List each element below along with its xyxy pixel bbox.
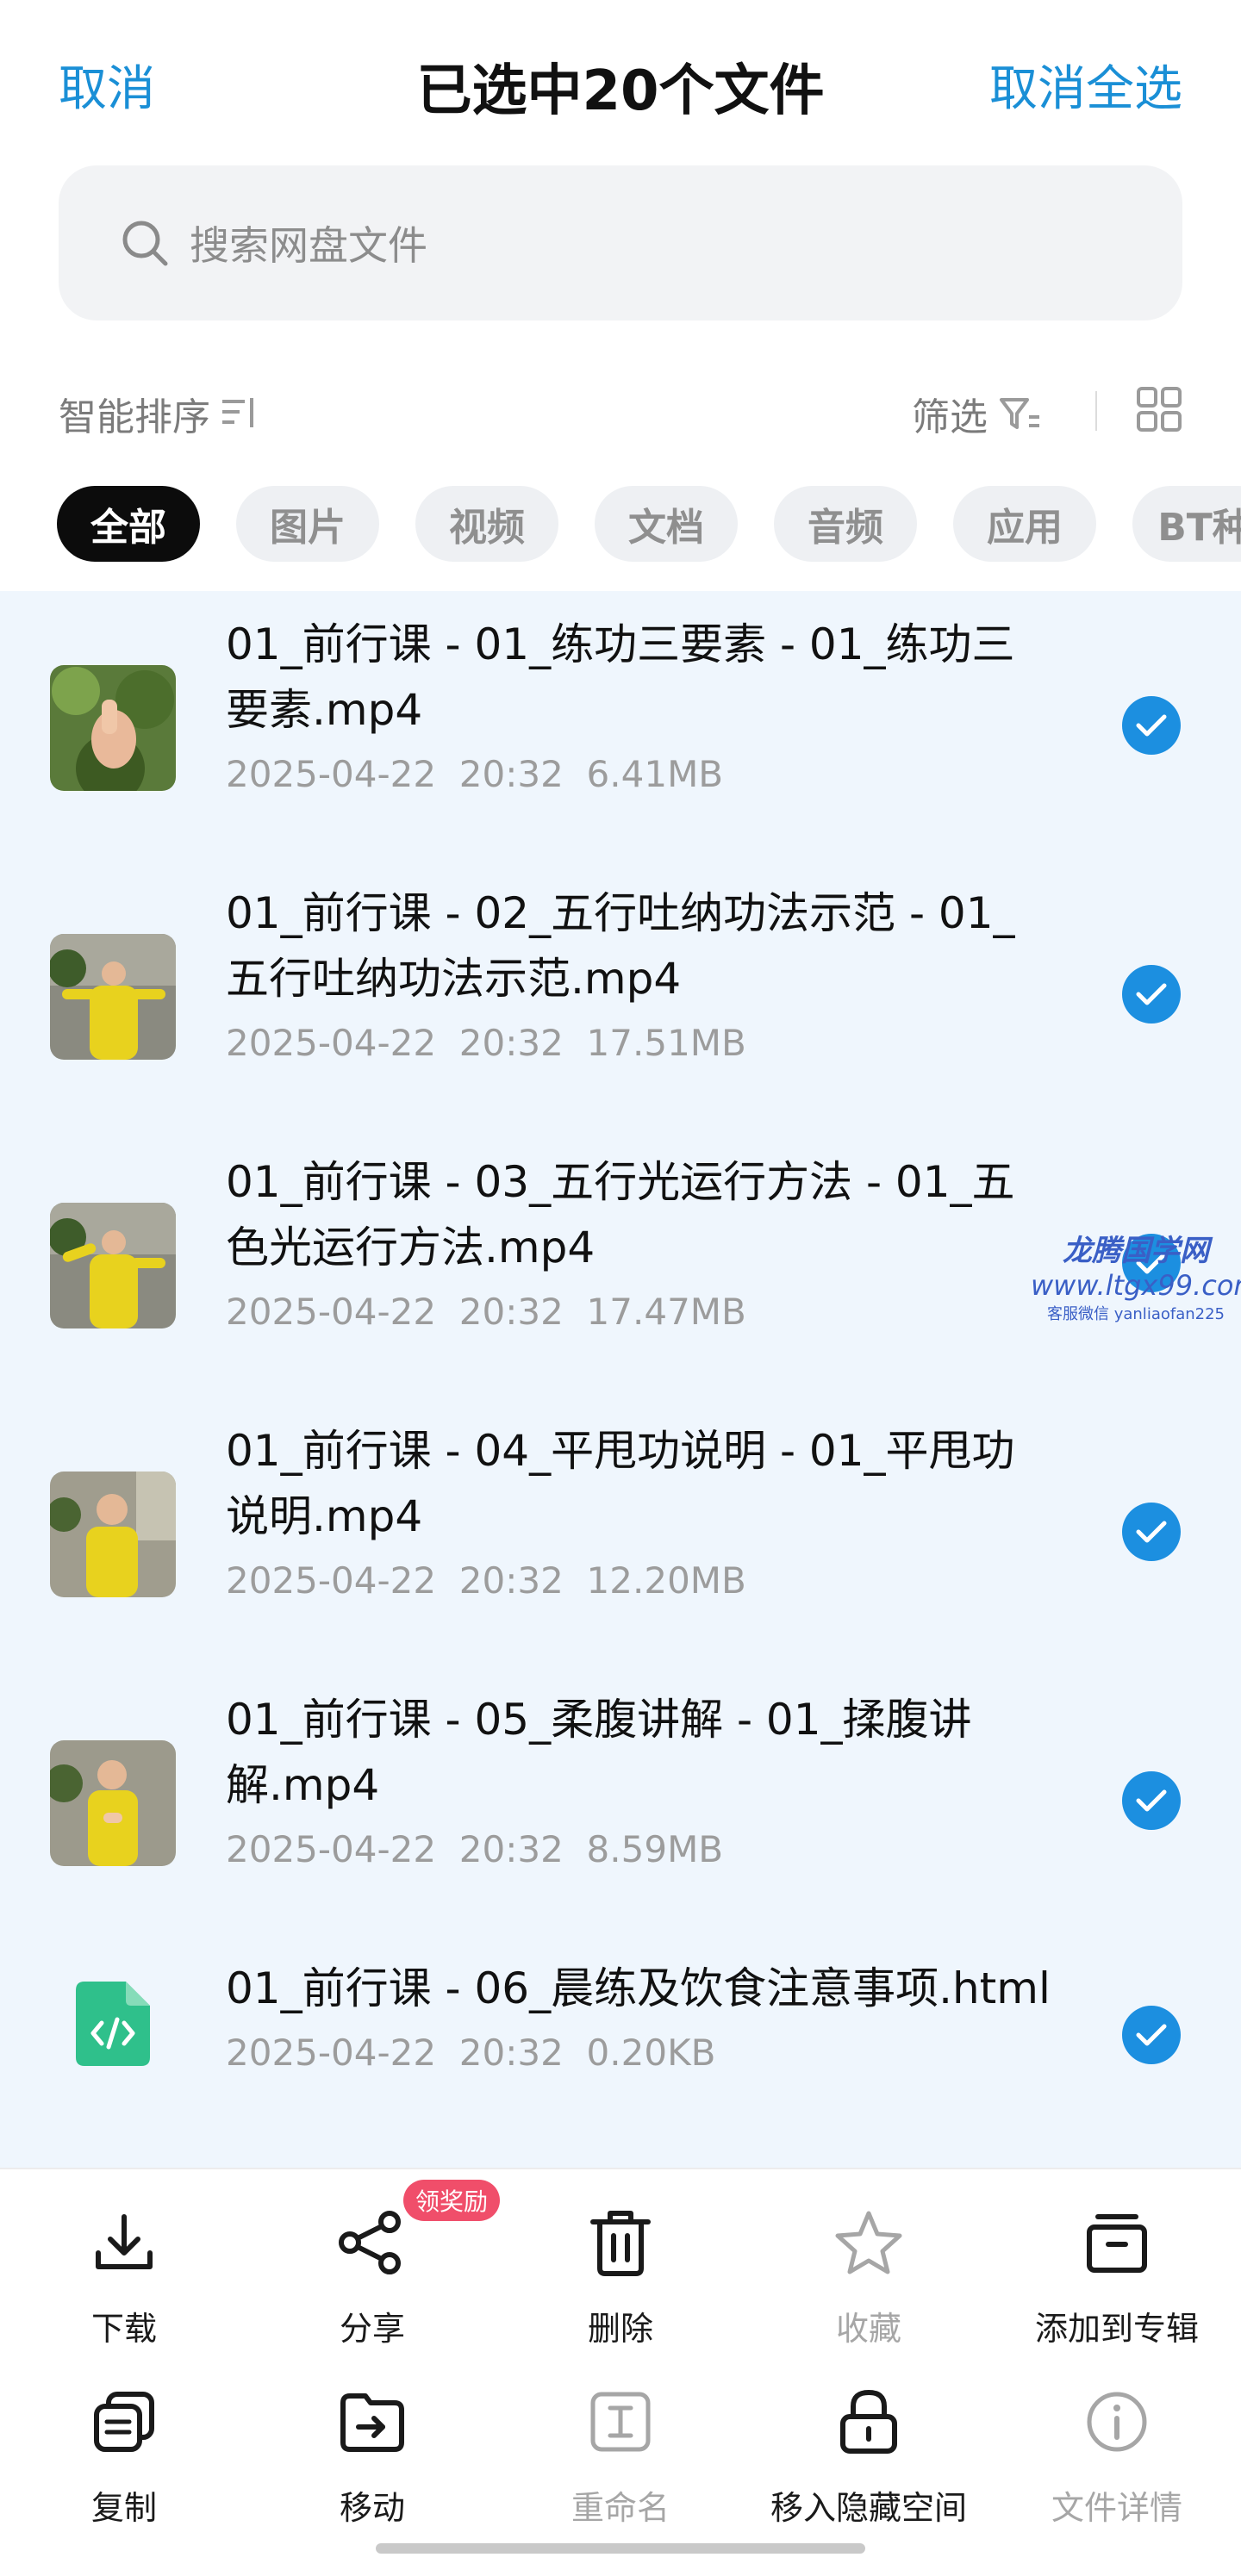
file-name: 01_前行课 - 02_五行吐纳功法示范 - 01_ 五行吐纳功法示范.mp4 xyxy=(226,888,1015,1004)
file-name: 01_前行课 - 03_五行光运行方法 - 01_五 色光运行方法.mp4 xyxy=(226,1157,1015,1272)
tab-all[interactable]: 全部 xyxy=(57,486,200,562)
share-button[interactable]: 领奖励 分享 xyxy=(248,2180,501,2349)
sort-icon xyxy=(222,398,253,427)
download-icon xyxy=(96,2214,153,2269)
tab-videos[interactable]: 视频 xyxy=(415,486,558,562)
search-bar[interactable]: 搜索网盘文件 xyxy=(59,165,1182,320)
sort-label: 智能排序 xyxy=(59,395,210,439)
file-name: 01_前行课 - 06_晨练及饮食注意事项.html xyxy=(226,1963,1051,2013)
video-thumbnail xyxy=(50,1472,176,1597)
rename-button[interactable]: 重命名 xyxy=(496,2383,745,2529)
move-button[interactable]: 移动 xyxy=(248,2383,496,2529)
reward-badge: 领奖励 xyxy=(403,2180,501,2221)
selected-check-icon[interactable] xyxy=(1122,965,1181,1024)
copy-button[interactable]: 复制 xyxy=(0,2383,248,2529)
star-icon xyxy=(835,2211,902,2274)
sort-filter-bar: 智能排序 筛选 xyxy=(0,370,1241,448)
selected-check-icon[interactable] xyxy=(1122,2006,1181,2064)
tab-bt[interactable]: BT种 xyxy=(1132,486,1241,562)
video-thumbnail xyxy=(50,1740,176,1866)
file-meta: 2025-04-22 20:32 8.59MB xyxy=(226,1828,724,1870)
lock-icon xyxy=(840,2389,897,2454)
file-meta: 2025-04-22 20:32 6.41MB xyxy=(226,753,724,795)
home-indicator xyxy=(376,2543,865,2554)
video-thumbnail xyxy=(50,1203,176,1328)
file-row[interactable]: 01_前行课 - 05_柔腹讲解 - 01_揉腹讲 解.mp4 2025-04-… xyxy=(0,1666,1241,1935)
file-row[interactable]: 01_前行课 - 04_平甩功说明 - 01_平甩功 说明.mp4 2025-0… xyxy=(0,1397,1241,1666)
download-button[interactable]: 下载 xyxy=(0,2204,248,2349)
file-meta: 2025-04-22 20:32 17.47MB xyxy=(226,1291,746,1333)
move-to-hidden-button[interactable]: 移入隐藏空间 xyxy=(745,2383,993,2529)
file-row[interactable]: 01_前行课 - 01_练功三要素 - 01_练功三 要素.mp4 2025-0… xyxy=(0,591,1241,860)
file-details-button[interactable]: 文件详情 xyxy=(993,2383,1241,2529)
file-meta: 2025-04-22 20:32 17.51MB xyxy=(226,1022,746,1064)
info-icon xyxy=(1087,2392,1147,2452)
selected-check-icon[interactable] xyxy=(1122,1771,1181,1830)
file-name: 01_前行课 - 04_平甩功说明 - 01_平甩功 说明.mp4 xyxy=(226,1426,1015,1541)
sort-button[interactable]: 智能排序 xyxy=(59,386,260,441)
filter-button[interactable]: 筛选 xyxy=(912,386,1043,441)
file-name: 01_前行课 - 01_练功三要素 - 01_练功三 要素.mp4 xyxy=(226,619,1015,735)
rename-icon xyxy=(590,2392,651,2452)
favorite-button[interactable]: 收藏 xyxy=(745,2204,993,2349)
grid-view-icon[interactable] xyxy=(1136,386,1182,432)
trash-icon xyxy=(590,2211,651,2276)
file-list: 01_前行课 - 01_练功三要素 - 01_练功三 要素.mp4 2025-0… xyxy=(0,591,1241,2168)
file-meta: 2025-04-22 20:32 0.20KB xyxy=(226,2032,716,2074)
add-to-album-button[interactable]: 添加到专辑 xyxy=(993,2204,1241,2349)
html-file-icon xyxy=(76,1982,150,2069)
file-name: 01_前行课 - 05_柔腹讲解 - 01_揉腹讲 解.mp4 xyxy=(226,1695,972,1810)
file-row[interactable]: 01_前行课 - 02_五行吐纳功法示范 - 01_ 五行吐纳功法示范.mp4 … xyxy=(0,860,1241,1129)
search-input[interactable]: 搜索网盘文件 xyxy=(190,215,427,271)
tab-documents[interactable]: 文档 xyxy=(595,486,738,562)
tab-images[interactable]: 图片 xyxy=(236,486,379,562)
share-icon xyxy=(339,2211,401,2274)
filter-label: 筛选 xyxy=(912,395,988,439)
watermark: 龙腾国学网 www.ltgx99.com 客服微信 yanliaofan225 xyxy=(1031,1234,1241,1323)
copy-icon xyxy=(94,2392,154,2452)
album-icon xyxy=(1087,2214,1147,2273)
action-panel: 下载 领奖励 分享 删除 收藏 添加到专辑 复制 移动 重命名 移入隐藏空间 文… xyxy=(0,2168,1241,2576)
file-row[interactable]: 01_前行课 - 06_晨练及饮食注意事项.html 2025-04-22 20… xyxy=(0,1935,1241,2168)
selected-check-icon[interactable] xyxy=(1122,1503,1181,1561)
file-meta: 2025-04-22 20:32 12.20MB xyxy=(226,1559,746,1602)
category-tabs: 全部 图片 视频 文档 音频 应用 BT种 xyxy=(0,482,1241,565)
video-thumbnail xyxy=(50,665,176,791)
delete-button[interactable]: 删除 xyxy=(496,2204,745,2349)
filter-icon xyxy=(1000,398,1039,429)
tab-audio[interactable]: 音频 xyxy=(774,486,917,562)
move-folder-icon xyxy=(340,2393,404,2452)
toolbar-divider xyxy=(1095,391,1097,431)
video-thumbnail xyxy=(50,934,176,1060)
top-bar: 取消 已选中20个文件 取消全选 xyxy=(0,0,1241,164)
tab-apps[interactable]: 应用 xyxy=(953,486,1096,562)
search-icon xyxy=(122,221,168,266)
cancel-all-button[interactable]: 取消全选 xyxy=(989,50,1182,120)
selected-check-icon[interactable] xyxy=(1122,696,1181,755)
